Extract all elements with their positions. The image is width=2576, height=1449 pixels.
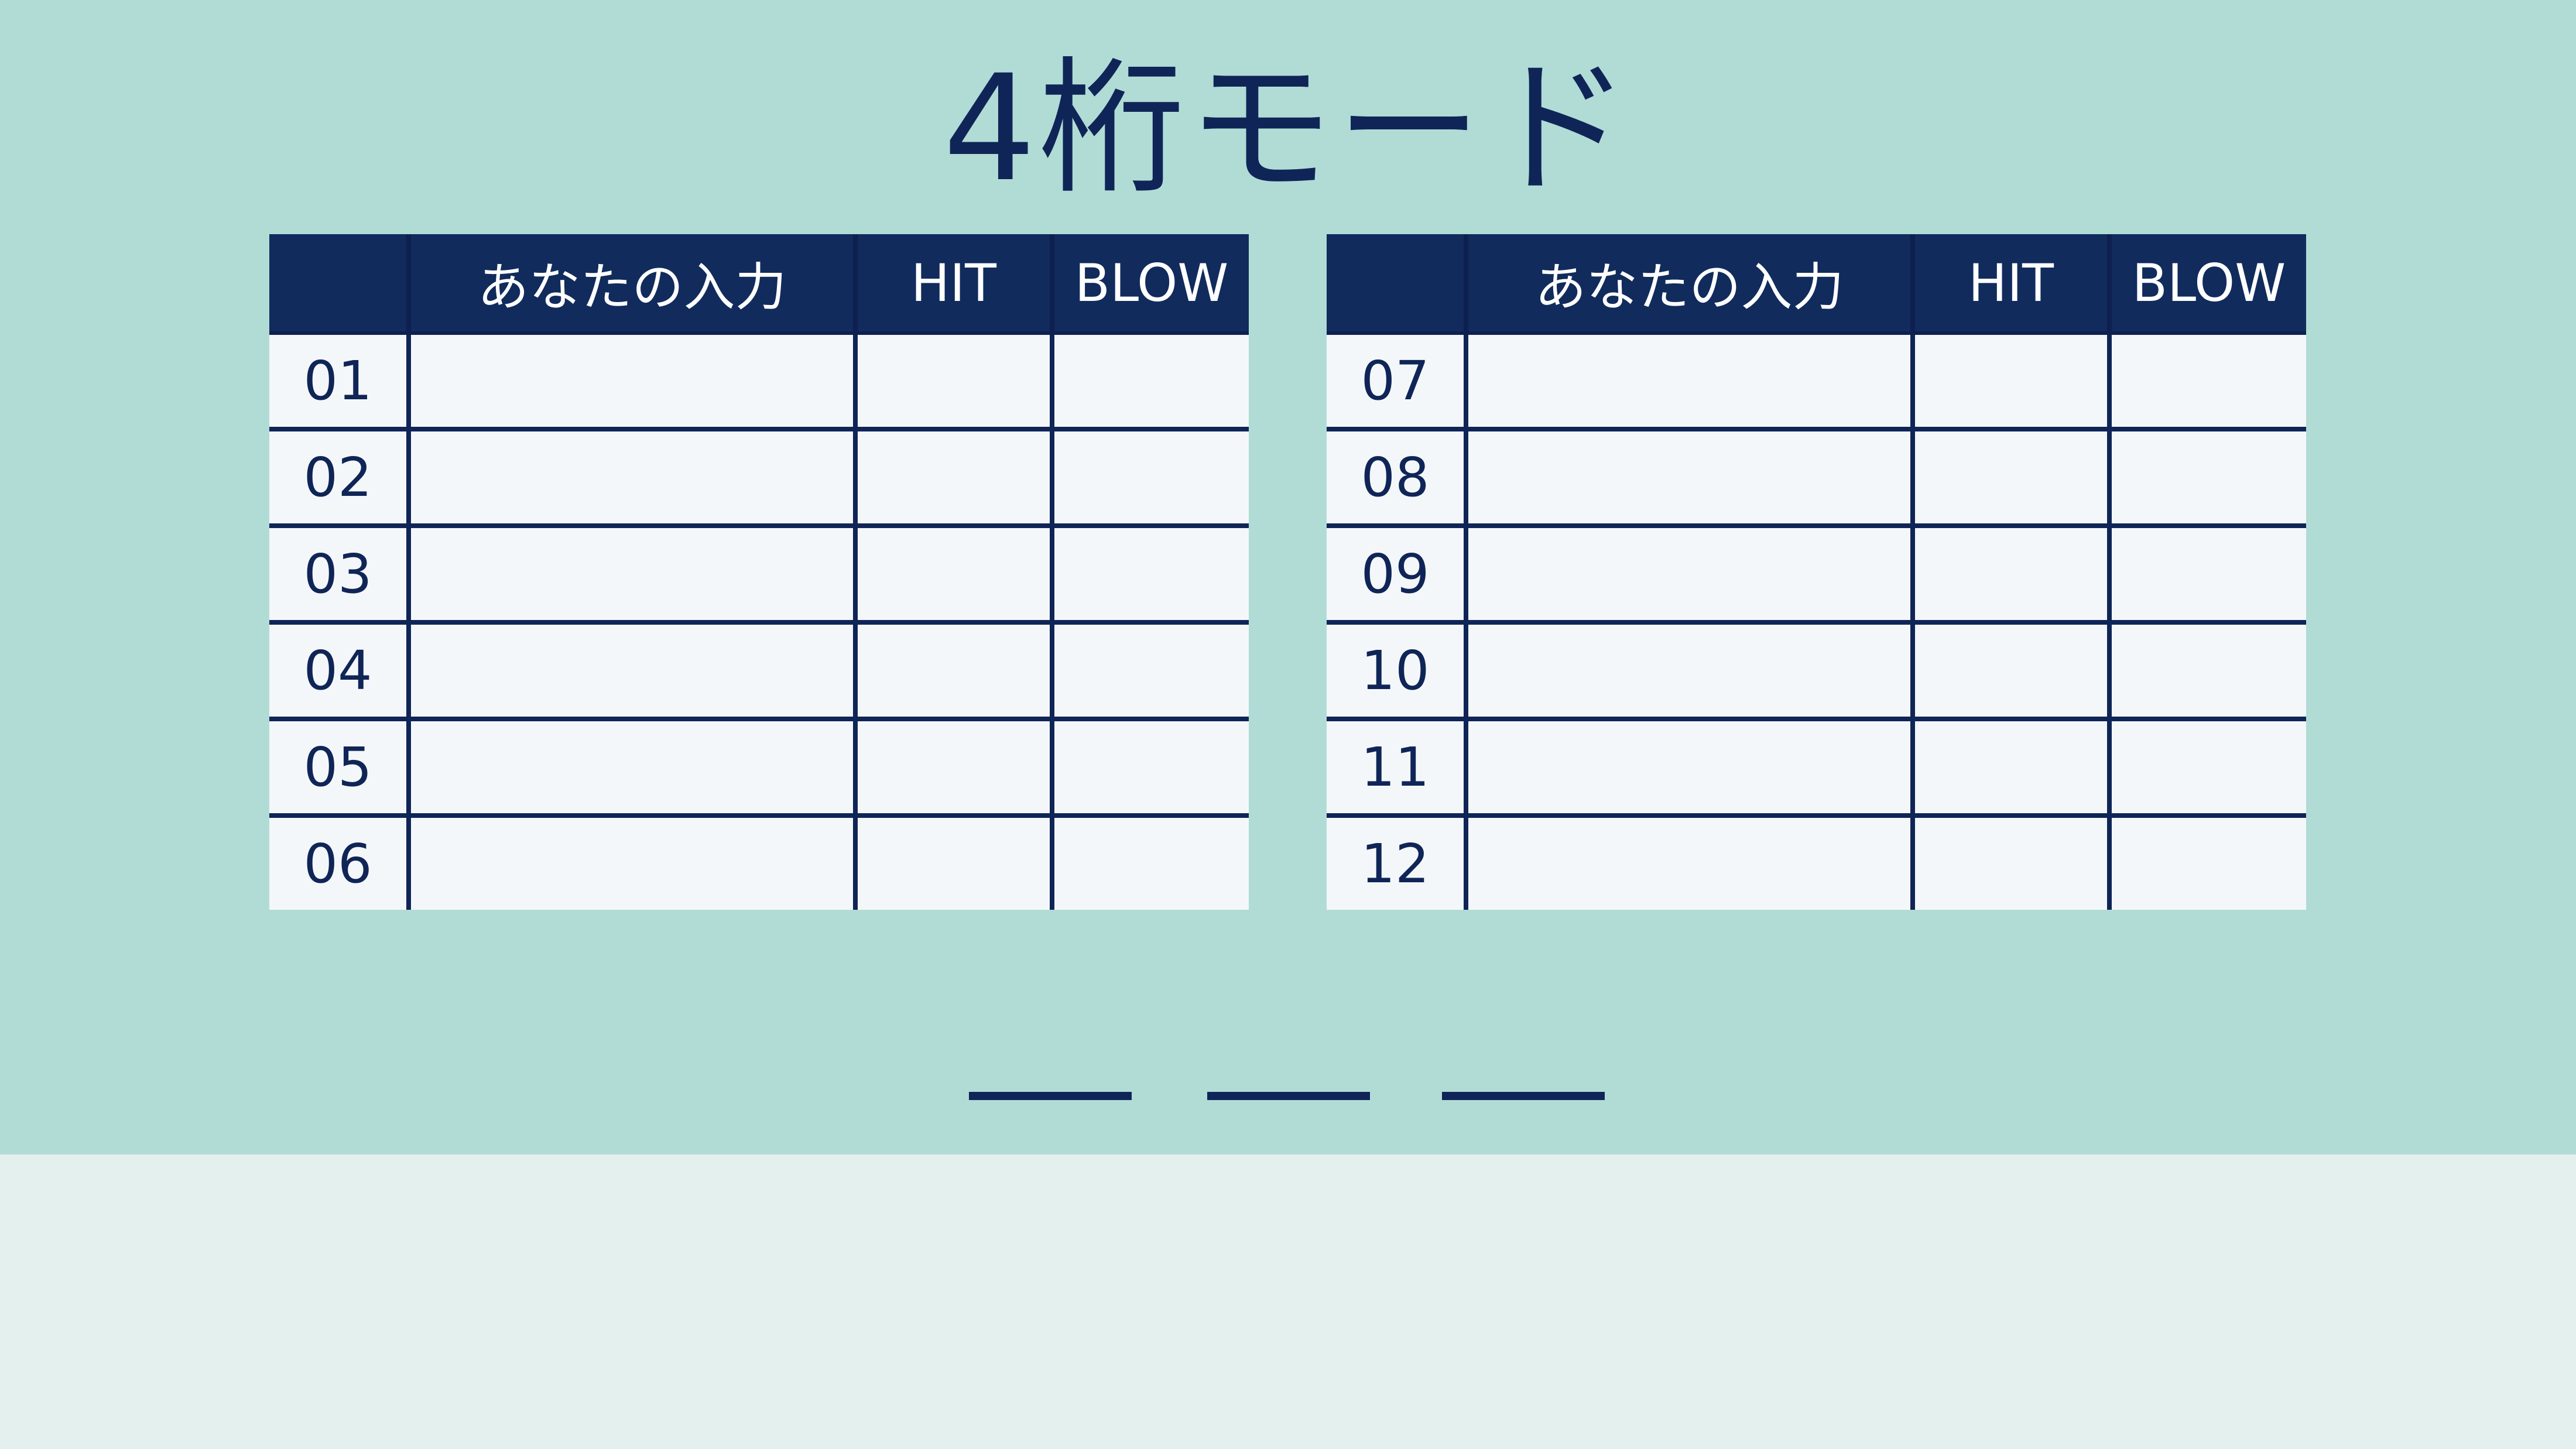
row-number: 10 [1327,620,1466,719]
input-cell[interactable] [406,717,855,816]
blow-cell [1050,523,1249,622]
hit-cell [853,813,1052,910]
input-cell[interactable] [406,333,855,429]
row-number: 03 [269,523,409,622]
input-cell[interactable] [1464,620,1913,719]
header-your-input: あなたの入力 [406,234,855,335]
input-cell[interactable] [406,427,855,526]
blow-cell [2107,717,2306,816]
hit-cell [853,620,1052,719]
blow-cell [2107,620,2306,719]
table-row: 12 [1327,813,2306,910]
header-blow: BLOW [2107,234,2306,335]
blow-cell [2107,523,2306,622]
row-number: 12 [1327,813,1466,910]
input-cell[interactable] [406,813,855,910]
row-number: 09 [1327,523,1466,622]
hit-cell [853,523,1052,622]
table-header-row: あなたの入力 HIT BLOW [269,234,1249,335]
bottom-panel [0,1155,2576,1449]
blow-cell [1050,427,1249,526]
hit-cell [1910,717,2109,816]
blow-cell [1050,333,1249,429]
row-number: 06 [269,813,409,910]
row-number: 07 [1327,333,1466,429]
table-row: 09 [1327,523,2306,622]
page-title: 4桁モード [943,43,1633,214]
blow-cell [2107,427,2306,526]
header-blow: BLOW [1050,234,1249,335]
row-number: 01 [269,333,409,429]
answer-slot [1442,1092,1605,1100]
input-cell[interactable] [1464,813,1913,910]
hit-cell [853,717,1052,816]
input-cell[interactable] [1464,523,1913,622]
row-number: 05 [269,717,409,816]
blow-cell [1050,813,1249,910]
row-number: 04 [269,620,409,719]
table-row: 02 [269,427,1249,526]
row-number: 08 [1327,427,1466,526]
blow-cell [1050,717,1249,816]
row-number: 02 [269,427,409,526]
hit-cell [853,427,1052,526]
blow-cell [2107,813,2306,910]
hit-cell [1910,813,2109,910]
row-number: 11 [1327,717,1466,816]
input-cell[interactable] [1464,717,1913,816]
blow-cell [1050,620,1249,719]
blow-cell [2107,333,2306,429]
input-cell[interactable] [1464,333,1913,429]
input-cell[interactable] [1464,427,1913,526]
table-row: 07 [1327,333,2306,429]
table-row: 04 [269,620,1249,719]
hit-cell [853,333,1052,429]
right-score-table: あなたの入力 HIT BLOW 07 08 09 10 11 12 [1327,234,2306,910]
table-row: 05 [269,717,1249,816]
input-cell[interactable] [406,523,855,622]
table-row: 03 [269,523,1249,622]
header-number [1327,234,1466,335]
answer-slot [1207,1092,1370,1100]
header-hit: HIT [1910,234,2109,335]
header-your-input: あなたの入力 [1464,234,1913,335]
left-score-table: あなたの入力 HIT BLOW 01 02 03 04 05 06 [269,234,1249,910]
header-number [269,234,409,335]
hit-cell [1910,427,2109,526]
input-cell[interactable] [406,620,855,719]
table-row: 08 [1327,427,2306,526]
table-header-row: あなたの入力 HIT BLOW [1327,234,2306,335]
hit-cell [1910,523,2109,622]
table-row: 06 [269,813,1249,910]
table-row: 11 [1327,717,2306,816]
hit-cell [1910,620,2109,719]
table-row: 01 [269,333,1249,429]
header-hit: HIT [853,234,1052,335]
table-row: 10 [1327,620,2306,719]
answer-slot [969,1092,1132,1100]
hit-cell [1910,333,2109,429]
